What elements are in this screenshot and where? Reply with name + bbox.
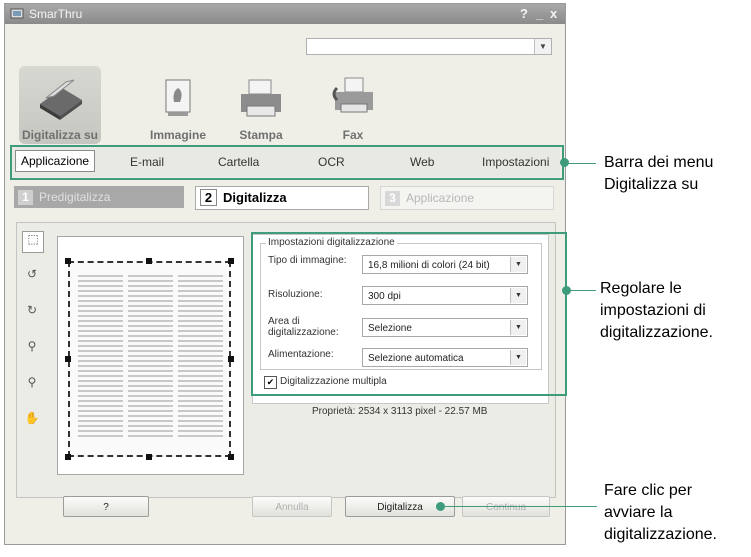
title-bar[interactable]: SmarThru ? _ x — [5, 4, 565, 24]
doc-text-column — [178, 275, 223, 440]
menubar-callout: Barra dei menu Digitalizza su — [604, 152, 713, 196]
callout-dot — [436, 502, 445, 511]
callout-line-text: avviare la — [604, 504, 673, 521]
preview-document[interactable] — [68, 261, 231, 457]
callout-line-text: impostazioni di — [600, 302, 706, 319]
crop-handle[interactable] — [146, 454, 152, 460]
rotate-left-icon[interactable]: ↺ — [22, 267, 42, 287]
callout-line — [568, 163, 596, 164]
toolbar-image[interactable]: Immagine — [146, 66, 210, 144]
toolbar-label: Stampa — [239, 128, 283, 142]
toolbar-label: Fax — [342, 128, 364, 142]
doc-text-column — [128, 275, 173, 440]
callout-line-text: Fare clic per — [604, 482, 693, 499]
destination-combo[interactable]: ▼ — [306, 38, 552, 55]
callout-line-text: digitalizzazione. — [604, 526, 717, 543]
scanner-icon — [40, 79, 82, 120]
callout-line-text: Digitalizza su — [604, 176, 699, 193]
window-title: SmarThru — [29, 7, 83, 21]
callout-line — [445, 506, 597, 507]
crop-handle[interactable] — [228, 454, 234, 460]
step-application: 3 Applicazione — [380, 186, 554, 210]
fax-icon — [332, 77, 373, 113]
crop-handle[interactable] — [228, 258, 234, 264]
settings-highlight — [251, 232, 567, 396]
doc-text-column — [78, 275, 123, 440]
callout-line-text: Regolare le — [600, 280, 682, 297]
image-icon — [165, 79, 191, 116]
settings-callout: Regolare le impostazioni di digitalizzaz… — [600, 278, 713, 344]
step-scan[interactable]: 2 Digitalizza — [195, 186, 369, 210]
minimize-icon[interactable]: _ — [536, 4, 543, 24]
zoom-in-icon[interactable]: ⚲ — [22, 375, 42, 395]
menubar-highlight — [10, 145, 564, 180]
crop-handle[interactable] — [65, 454, 71, 460]
app-icon — [10, 8, 24, 19]
help-icon[interactable]: ? — [520, 4, 528, 24]
hand-icon[interactable]: ✋ — [22, 411, 42, 431]
cancel-button: Annulla — [252, 496, 332, 517]
callout-line-text: Barra dei menu — [604, 154, 714, 171]
crop-handle[interactable] — [65, 356, 71, 362]
close-icon[interactable]: x — [550, 4, 557, 24]
step-number: 1 — [18, 190, 33, 205]
toolbar-print[interactable]: Stampa — [226, 66, 296, 144]
crop-handle[interactable] — [65, 258, 71, 264]
toolbar-label: Digitalizza su — [21, 128, 98, 142]
toolbar-label: Immagine — [149, 128, 206, 142]
zoom-out-icon[interactable]: ⚲ — [22, 339, 42, 359]
help-button[interactable]: ? — [63, 496, 149, 517]
callout-line-text: digitalizzazione. — [600, 324, 713, 341]
crop-handle[interactable] — [146, 258, 152, 264]
rotate-right-icon[interactable]: ↻ — [22, 303, 42, 323]
crop-handle[interactable] — [228, 356, 234, 362]
scan-callout: Fare clic per avviare la digitalizzazion… — [604, 480, 717, 546]
step-prescan[interactable]: 1 Predigitalizza — [14, 186, 184, 208]
toolbar-scan-to[interactable]: Digitalizza su — [19, 66, 101, 144]
step-bar: 1 Predigitalizza 2 Digitalizza 3 Applicazio… — [14, 186, 554, 210]
step-number: 3 — [385, 191, 400, 206]
callout-line — [570, 290, 596, 291]
printer-icon — [241, 79, 281, 117]
select-area-icon[interactable]: ⬚ — [22, 231, 44, 253]
step-number: 2 — [200, 189, 217, 206]
toolbar-fax[interactable]: Fax — [318, 66, 388, 144]
step-label: Predigitalizza — [39, 190, 111, 204]
step-label: Digitalizza — [223, 190, 287, 205]
step-label: Applicazione — [406, 191, 475, 205]
chevron-down-icon[interactable]: ▼ — [534, 39, 551, 54]
image-properties: Proprietà: 2534 x 3113 pixel - 22.57 MB — [312, 406, 488, 417]
